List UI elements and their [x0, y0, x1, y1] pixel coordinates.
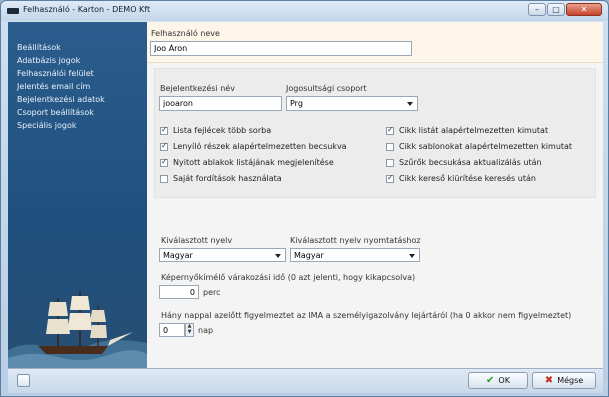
checkbox-label: Cikk listát alapértelmezetten kimutat [399, 126, 549, 135]
app-icon [7, 8, 19, 14]
maximize-icon: □ [552, 5, 560, 14]
title-bar[interactable]: Felhasználó - Karton - DEMO Kft – □ ✕ [1, 1, 608, 21]
checkmark-icon: ✔ [486, 375, 495, 386]
sidebar-item-user-interface[interactable]: Felhasználói felület [17, 67, 105, 80]
sidebar-item-database-rights[interactable]: Adatbázis jogok [17, 54, 105, 67]
document-icon[interactable] [17, 374, 30, 387]
sidebar-nav: Beállítások Adatbázis jogok Felhasználói… [17, 41, 105, 132]
ok-button[interactable]: ✔ OK [468, 372, 528, 389]
window: Felhasználó - Karton - DEMO Kft – □ ✕ Be… [0, 0, 609, 397]
ok-label: OK [498, 376, 510, 385]
cancel-label: Mégse [557, 376, 584, 385]
sidebar-item-report-email[interactable]: Jelentés email cím [17, 80, 105, 93]
checkbox-item-templates-default[interactable]: Cikk sablonokat alapértelmezetten kimuta… [386, 142, 572, 151]
checkbox-icon [160, 157, 168, 167]
minimize-button[interactable]: – [528, 3, 546, 16]
sidebar-item-login-data[interactable]: Bejelentkezési adatok [17, 93, 105, 106]
checkbox-open-windows-list[interactable]: Nyitott ablakok listájának megjelenítése [160, 157, 334, 167]
id-expiry-warning-spinner[interactable]: ▲ ▼ [185, 323, 194, 337]
bottom-toolbar: ✔ OK ✖ Mégse [8, 368, 603, 393]
language-select[interactable]: Magyar [159, 248, 286, 262]
checkbox-icon [160, 141, 168, 151]
checkbox-icon [160, 174, 168, 183]
id-expiry-warning-input[interactable] [159, 323, 185, 337]
checkbox-label: Nyitott ablakok listájának megjelenítése [173, 158, 334, 167]
cancel-button[interactable]: ✖ Mégse [532, 372, 596, 389]
user-name-input[interactable] [150, 41, 412, 56]
chevron-down-icon [409, 254, 415, 258]
checkbox-collapsed-sections[interactable]: Lenyíló részek alapértelmezetten becsukv… [160, 141, 347, 151]
login-name-label: Bejelentkezési név [160, 84, 235, 93]
window-controls: – □ ✕ [527, 3, 602, 16]
checkbox-item-list-default[interactable]: Cikk listát alapértelmezetten kimutat [386, 125, 549, 135]
user-name-section: Felhasználó neve [147, 22, 603, 63]
permission-group-label: Jogosultsági csoport [286, 84, 367, 93]
checkbox-label: Cikk kereső kiürítése keresés után [399, 174, 536, 183]
checkbox-icon [386, 142, 394, 151]
minimize-icon: – [535, 5, 539, 14]
sidebar: Beállítások Adatbázis jogok Felhasználói… [8, 22, 147, 368]
checkbox-icon [386, 173, 394, 183]
login-name-input[interactable] [159, 96, 282, 111]
sailing-ship-illustration [8, 292, 147, 368]
screensaver-unit: perc [203, 288, 221, 297]
main-content: Felhasználó neve Bejelentkezési név Jogo… [147, 22, 603, 368]
id-expiry-warning-unit: nap [198, 326, 214, 335]
language-value: Magyar [163, 251, 193, 260]
permission-group-select[interactable]: Prg [286, 96, 418, 111]
print-language-value: Magyar [294, 251, 324, 260]
sidebar-item-special-rights[interactable]: Speciális jogok [17, 119, 105, 132]
settings-panel: Bejelentkezési név Jogosultsági csoport … [154, 68, 596, 198]
language-label: Kiválasztott nyelv [161, 236, 233, 245]
sidebar-item-group-settings[interactable]: Csoport beállítások [17, 106, 105, 119]
maximize-button[interactable]: □ [547, 3, 565, 16]
checkbox-label: Lista fejlécek több sorba [173, 126, 272, 135]
print-language-select[interactable]: Magyar [290, 248, 420, 262]
spin-down-icon[interactable]: ▼ [186, 330, 193, 336]
checkbox-label: Lenyíló részek alapértelmezetten becsukv… [173, 142, 347, 151]
sidebar-item-settings[interactable]: Beállítások [17, 41, 105, 54]
checkbox-icon [160, 125, 168, 135]
checkbox-collapse-filters[interactable]: Szűrők becsukása aktualizálás után [386, 158, 542, 167]
close-button[interactable]: ✕ [566, 3, 602, 16]
checkbox-own-translations[interactable]: Saját fordítások használata [160, 174, 282, 183]
checkbox-icon [386, 158, 394, 167]
checkbox-label: Cikk sablonokat alapértelmezetten kimuta… [399, 142, 573, 151]
chevron-down-icon [407, 102, 413, 106]
id-expiry-warning-label: Hány nappal azelőtt figyelmeztet az IMA … [161, 311, 572, 320]
close-icon: ✕ [580, 5, 588, 14]
print-language-label: Kiválasztott nyelv nyomtatáshoz [290, 236, 421, 245]
checkbox-icon [386, 125, 394, 135]
permission-group-value: Prg [290, 99, 303, 108]
checkbox-multiline-headers[interactable]: Lista fejlécek több sorba [160, 125, 272, 135]
checkbox-label: Saját fordítások használata [173, 174, 282, 183]
window-title: Felhasználó - Karton - DEMO Kft [23, 5, 151, 14]
checkbox-clear-search[interactable]: Cikk kereső kiürítése keresés után [386, 173, 536, 183]
screensaver-input[interactable] [159, 285, 199, 299]
chevron-down-icon [275, 254, 281, 258]
user-name-label: Felhasználó neve [151, 29, 220, 38]
screensaver-label: Képernyőkímélő várakozási idő (0 azt jel… [161, 273, 416, 282]
cross-icon: ✖ [544, 375, 554, 386]
checkbox-label: Szűrők becsukása aktualizálás után [399, 158, 542, 167]
